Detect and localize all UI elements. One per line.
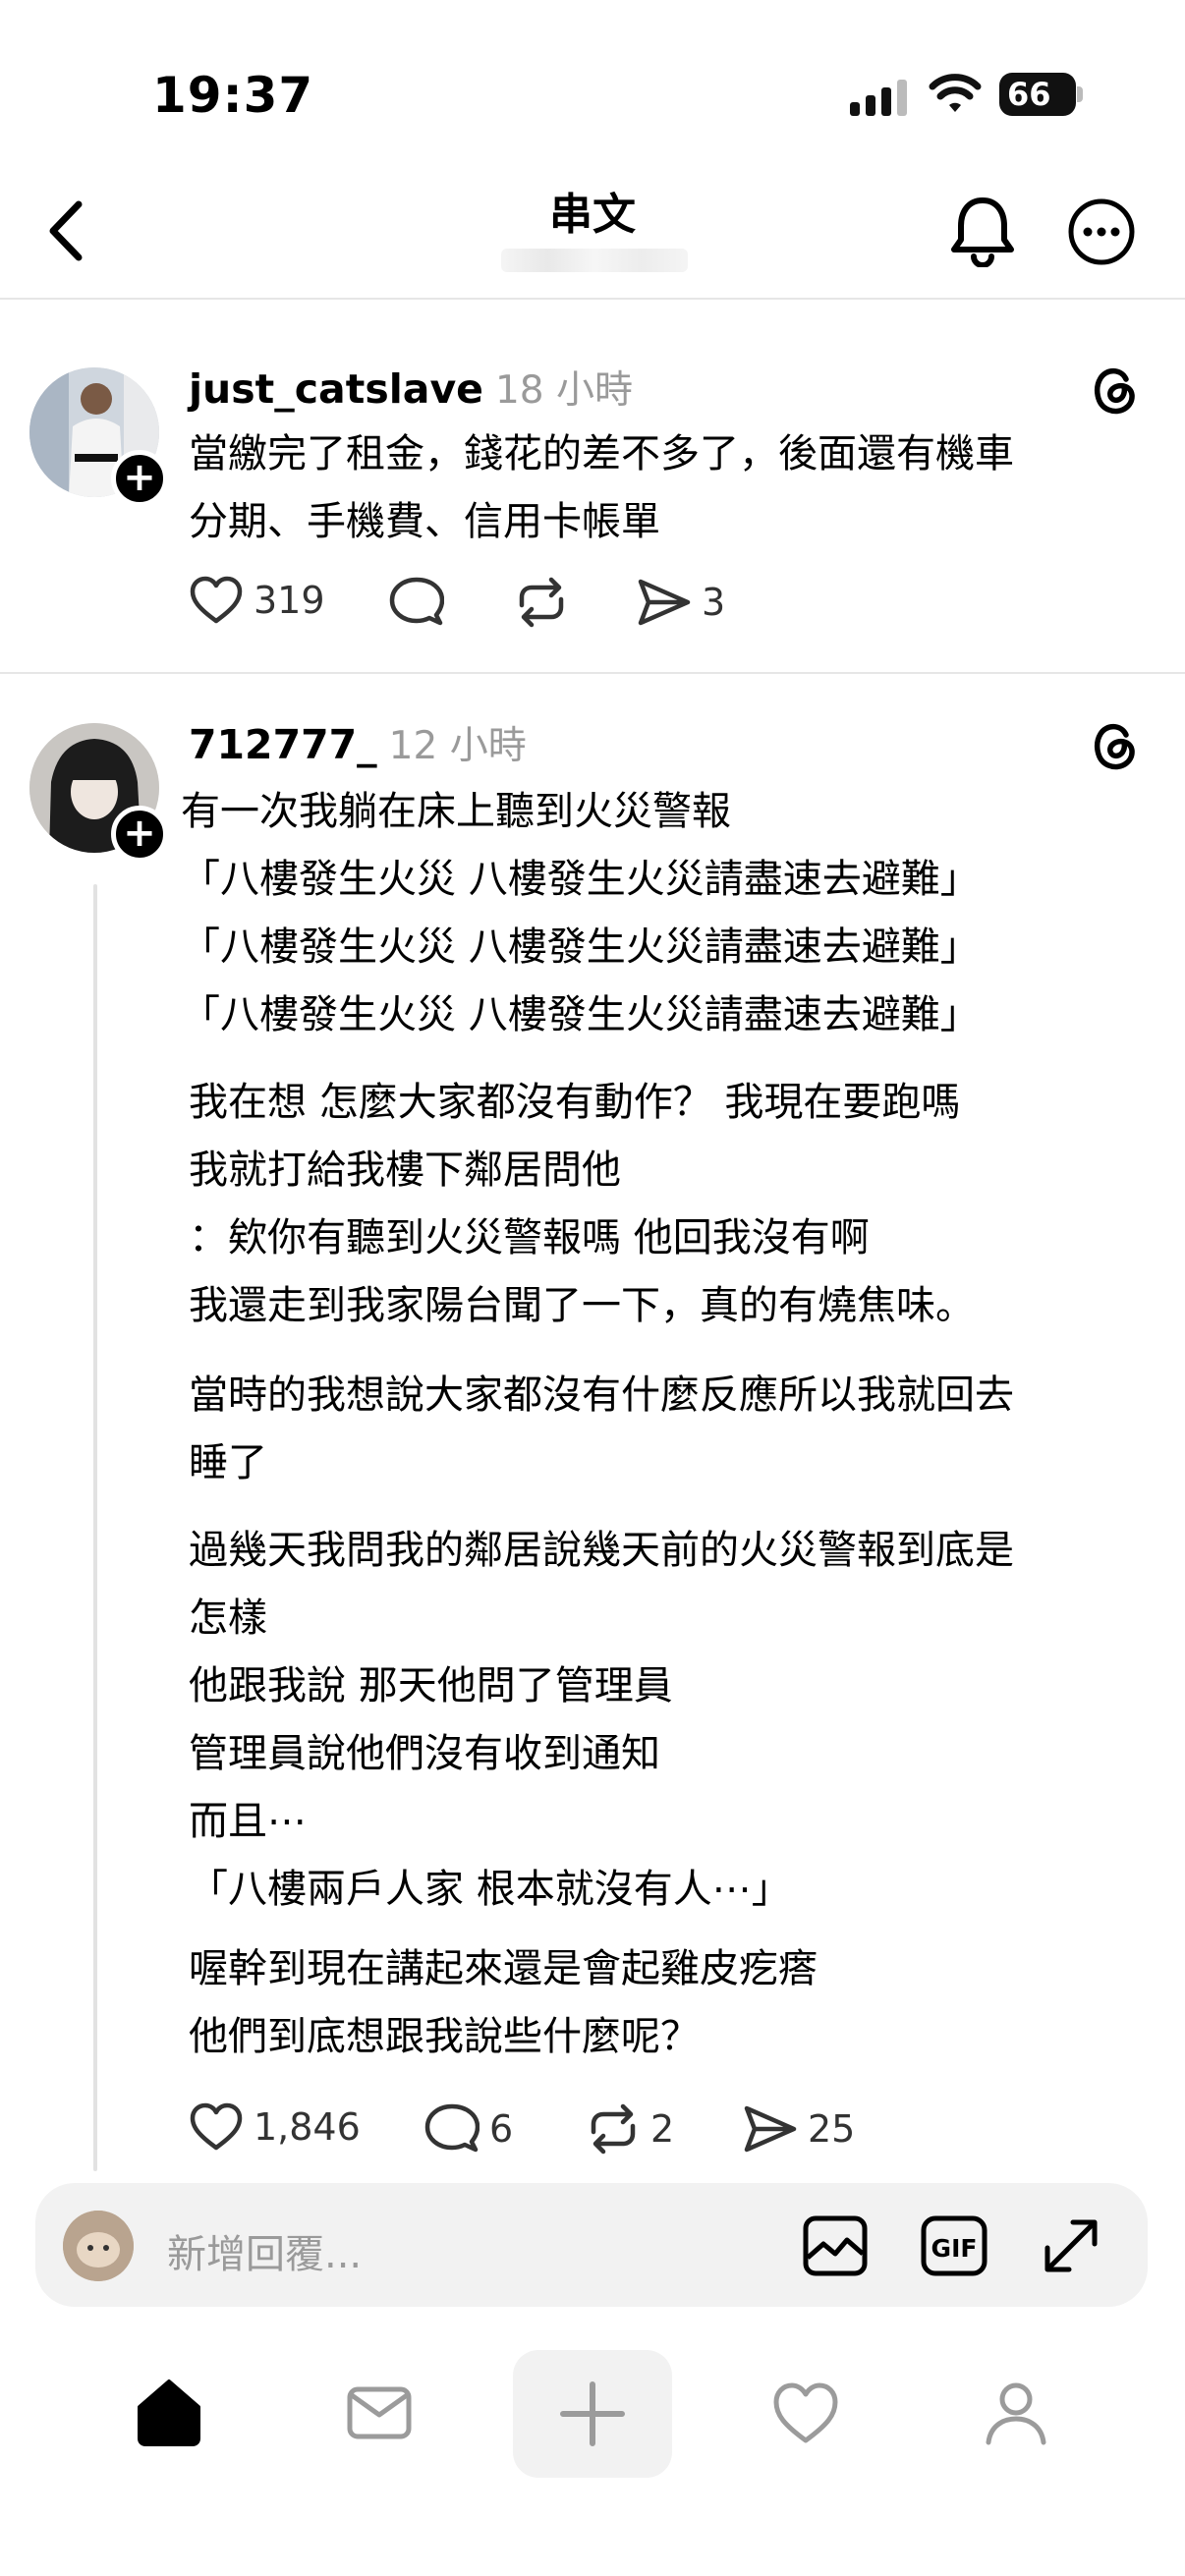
comment-icon (389, 577, 444, 626)
comment-button[interactable] (389, 576, 454, 629)
header-divider (0, 298, 1185, 300)
share-button[interactable]: 3 (637, 576, 725, 629)
home-icon[interactable] (134, 2378, 204, 2448)
post-paragraph: 當時的我想說大家都沒有什麼反應所以我就回去 睡了 (189, 1372, 1014, 1485)
heart-icon (190, 576, 243, 624)
post-header: 712777_ 12 小時 (189, 715, 527, 770)
create-button[interactable] (513, 2350, 672, 2478)
post-divider (0, 672, 1185, 674)
share-button[interactable]: 25 (743, 2102, 855, 2156)
repost-button[interactable]: 2 (586, 2102, 674, 2156)
follow-button[interactable]: + (111, 450, 168, 507)
plus-icon (560, 2381, 625, 2446)
share-count: 3 (702, 581, 726, 624)
thread-line (93, 884, 97, 2171)
wifi-icon (929, 74, 982, 112)
expand-icon[interactable] (1038, 2212, 1104, 2279)
more-icon[interactable] (1066, 196, 1137, 267)
comment-icon (424, 2103, 480, 2153)
battery-cap (1077, 86, 1083, 102)
heart-icon (190, 2102, 243, 2151)
post-paragraph: 過幾天我問我的鄰居說幾天前的火災警報到底是 怎樣 他跟我說 那天他問了管理員 管… (189, 1528, 1014, 1912)
post-time: 18 小時 (494, 368, 634, 413)
status-time: 19:37 (152, 67, 314, 124)
repost-icon (591, 2103, 636, 2155)
like-button[interactable]: 319 (189, 576, 325, 625)
share-icon (638, 579, 691, 626)
like-button[interactable]: 1,846 (189, 2102, 361, 2152)
like-count: 319 (254, 579, 325, 622)
comment-count: 6 (489, 2107, 514, 2151)
share-icon (744, 2105, 797, 2153)
gif-icon[interactable]: GIF (920, 2214, 988, 2277)
threads-logo-icon[interactable] (1089, 717, 1140, 772)
blurred-subtitle (501, 249, 688, 272)
cellular-signal-icon (850, 80, 907, 116)
battery-indicator: 66 (999, 73, 1076, 116)
bell-icon[interactable] (948, 195, 1017, 267)
threads-logo-icon[interactable] (1089, 362, 1140, 417)
follow-button[interactable]: + (111, 806, 168, 863)
image-icon[interactable] (802, 2214, 869, 2277)
like-count: 1,846 (254, 2105, 361, 2149)
post-time: 12 小時 (388, 724, 527, 768)
post-header: just_catslave 18 小時 (189, 360, 633, 415)
comment-button[interactable]: 6 (424, 2102, 513, 2156)
inbox-icon[interactable] (344, 2378, 415, 2448)
repost-count: 2 (650, 2107, 675, 2151)
post-paragraph: 喔幹到現在講起來還是會起雞皮疙瘩 他們到底想跟我說些什麼呢？ (189, 1946, 818, 2059)
svg-text:GIF: GIF (931, 2234, 978, 2263)
activity-heart-icon[interactable] (770, 2378, 841, 2448)
post-text: 當繳完了租金，錢花的差不多了，後面還有機車 分期、手機費、信用卡帳單 (189, 431, 1014, 544)
repost-button[interactable] (514, 576, 579, 629)
reply-input[interactable]: 新增回覆... (167, 2222, 362, 2279)
post-paragraph: 我在想 怎麼大家都沒有動作？ 我現在要跑嗎 我就打給我樓下鄰居問他 ：欸你有聽到… (189, 1080, 975, 1328)
username[interactable]: 712777_ (189, 721, 377, 768)
share-count: 25 (808, 2107, 856, 2151)
username[interactable]: just_catslave (189, 365, 483, 413)
post-paragraph: 有一次我躺在床上聽到火災警報 「八樓發生火災 八樓發生火災請盡速去避難」 「八樓… (181, 789, 980, 1037)
reply-avatar (63, 2211, 134, 2281)
profile-icon[interactable] (981, 2378, 1051, 2448)
repost-icon (519, 577, 564, 628)
